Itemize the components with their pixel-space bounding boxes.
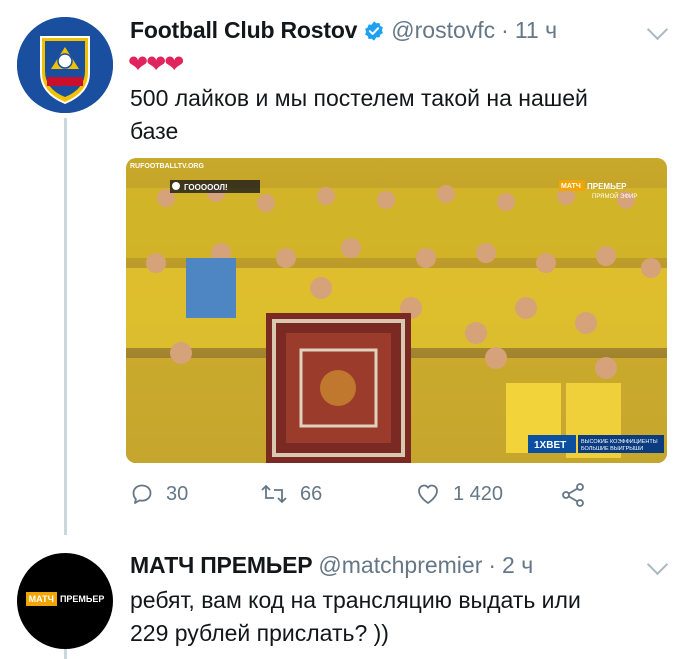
share-action[interactable]	[560, 482, 586, 508]
svg-text:ПРЕМЬЕР: ПРЕМЬЕР	[587, 182, 627, 191]
tweet-actions: 30 66 1 420	[130, 482, 590, 512]
tweet1-header: Football Club Rostov @rostovfc · 11 ч	[130, 17, 557, 44]
matchpremier-logo: МАТЧ ПРЕМЬЕР	[17, 589, 113, 609]
separator-dot: ·	[501, 17, 509, 43]
retweet-count: 66	[300, 482, 323, 505]
svg-text:БОЛЬШИЕ ВЫИГРЫШИ: БОЛЬШИЕ ВЫИГРЫШИ	[581, 446, 643, 452]
tweet2-text-line2: 229 рублей прислать? ))	[130, 620, 389, 646]
carpet-shape	[266, 313, 411, 463]
matchpremier-avatar[interactable]: МАТЧ ПРЕМЬЕР	[17, 553, 113, 649]
reply-icon	[132, 484, 152, 504]
author-name[interactable]: Football Club Rostov	[130, 17, 357, 44]
tweet-text-line2: базе	[130, 118, 179, 144]
tweet-timestamp[interactable]: 11 ч	[515, 17, 557, 44]
chevron-down-icon[interactable]	[646, 553, 669, 576]
author-name[interactable]: МАТЧ ПРЕМЬЕР	[130, 552, 313, 579]
svg-text:ВЫСОКИЕ КОЭФФИЦИЕНТЫ: ВЫСОКИЕ КОЭФФИЦИЕНТЫ	[581, 439, 658, 445]
retweet-icon	[261, 484, 287, 504]
hearts-emoji: ❤❤❤	[128, 51, 184, 78]
tweet-video-thumbnail[interactable]: RUFOOTBALLTV.ORG ГОООООЛ! МАТЧ ПРЕМЬЕР П…	[126, 158, 667, 463]
crowd-photo: RUFOOTBALLTV.ORG ГОООООЛ! МАТЧ ПРЕМЬЕР П…	[126, 158, 667, 463]
tweet2-header: МАТЧ ПРЕМЬЕР @matchpremier · 2 ч	[130, 552, 533, 579]
share-icon	[562, 483, 584, 507]
verified-badge-icon	[365, 20, 384, 41]
author-handle[interactable]: @matchpremier	[318, 552, 482, 579]
rostov-crest-icon	[17, 17, 113, 113]
like-action[interactable]: 1 420	[415, 482, 503, 506]
svg-text:МАТЧ: МАТЧ	[561, 183, 581, 190]
tweet-timestamp[interactable]: 2 ч	[502, 552, 533, 579]
author-handle[interactable]: @rostovfc	[391, 17, 495, 44]
logo-text-match: МАТЧ	[25, 592, 57, 606]
reply-count: 30	[166, 482, 189, 505]
separator-dot: ·	[488, 552, 497, 578]
thread-line-top	[64, 118, 67, 535]
svg-text:ПРЯМОЙ ЭФИР: ПРЯМОЙ ЭФИР	[592, 192, 637, 200]
svg-text:ГОООООЛ!: ГОООООЛ!	[184, 183, 228, 192]
tweet2-text-line1: ребят, вам код на трансляцию выдать или	[130, 587, 581, 613]
retweet-action[interactable]: 66	[260, 482, 322, 506]
chevron-down-icon[interactable]	[646, 18, 669, 41]
watermark-text: RUFOOTBALLTV.ORG	[130, 163, 204, 170]
svg-text:1XBET: 1XBET	[534, 440, 566, 451]
tweet-text-line1: 500 лайков и мы постелем такой на нашей	[130, 85, 588, 111]
like-count: 1 420	[453, 482, 504, 505]
heart-icon	[418, 484, 438, 504]
reply-action[interactable]: 30	[130, 482, 188, 506]
rostov-avatar[interactable]	[17, 17, 113, 113]
logo-text-premier: ПРЕМЬЕР	[59, 594, 105, 604]
thread-line-bottom	[64, 648, 67, 659]
